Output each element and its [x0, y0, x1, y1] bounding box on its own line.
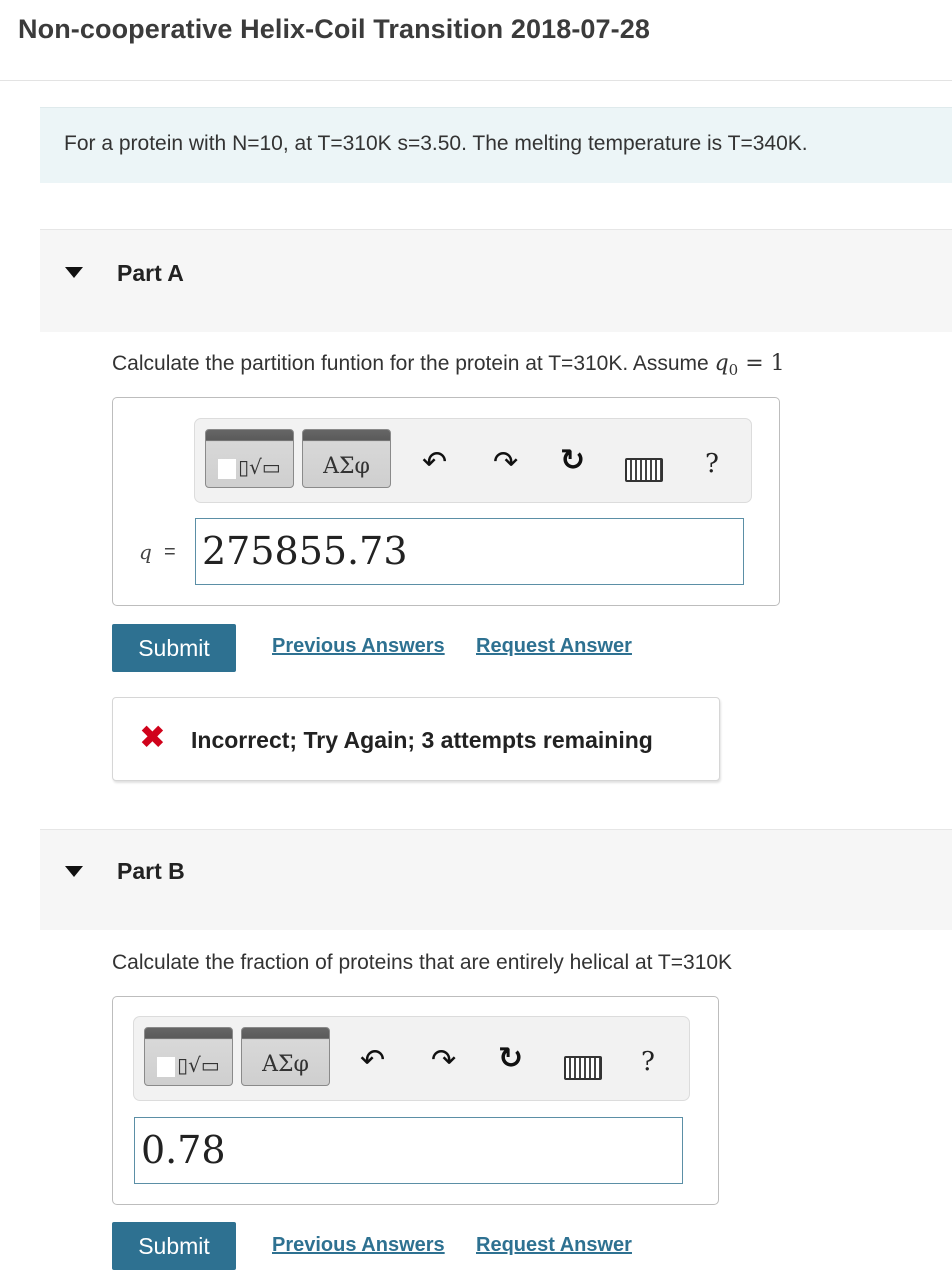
keyboard-icon[interactable] — [625, 458, 663, 482]
part-b-answer-input[interactable]: 0.78 — [134, 1117, 683, 1184]
caret-down-icon[interactable] — [65, 866, 83, 877]
greek-symbols-button[interactable]: ΑΣφ — [241, 1027, 330, 1086]
variable-label: q — [139, 540, 152, 564]
part-a-previous-answers-link[interactable]: Previous Answers — [272, 635, 445, 658]
equals-sign: = — [164, 541, 176, 563]
x-icon: ✖ — [139, 719, 166, 755]
undo-icon[interactable]: ↶ — [360, 1046, 385, 1076]
part-b-label: Part B — [117, 858, 185, 884]
part-a-label: Part A — [117, 260, 184, 286]
math-equals: = 1 — [738, 351, 785, 376]
caret-down-icon[interactable] — [65, 267, 83, 278]
radical-template-icon[interactable]: ▯√▭ — [205, 429, 294, 488]
keyboard-icon[interactable] — [564, 1056, 602, 1080]
part-b-math-toolbar: ▯√▭ ΑΣφ ↶ ↷ ↻ ? — [133, 1016, 690, 1101]
reset-icon[interactable]: ↻ — [498, 1044, 523, 1074]
page-title: Non-cooperative Helix-Coil Transition 20… — [18, 14, 650, 44]
reset-icon[interactable]: ↻ — [560, 446, 585, 476]
math-variable: q — [714, 351, 729, 376]
part-a-header[interactable]: Part A — [40, 229, 952, 332]
redo-icon[interactable]: ↷ — [431, 1046, 456, 1076]
help-icon[interactable]: ? — [641, 1047, 655, 1077]
question-text: Calculate the partition funtion for the … — [112, 352, 715, 375]
help-icon[interactable]: ? — [705, 449, 719, 479]
part-b-header[interactable]: Part B — [40, 829, 952, 930]
greek-symbols-button[interactable]: ΑΣφ — [302, 429, 391, 488]
math-subscript: 0 — [728, 361, 739, 380]
part-b-submit-button[interactable]: Submit — [112, 1222, 236, 1270]
intro-text: For a protein with N=10, at T=310K s=3.5… — [64, 132, 808, 155]
title-divider — [0, 80, 952, 81]
part-a-feedback: ✖ Incorrect; Try Again; 3 attempts remai… — [112, 697, 720, 781]
part-a-submit-button[interactable]: Submit — [112, 624, 236, 672]
problem-intro: For a protein with N=10, at T=310K s=3.5… — [40, 107, 952, 183]
part-a-answer-input[interactable]: 275855.73 — [195, 518, 744, 585]
part-b-previous-answers-link[interactable]: Previous Answers — [272, 1234, 445, 1257]
undo-icon[interactable]: ↶ — [422, 448, 447, 478]
radical-template-icon[interactable]: ▯√▭ — [144, 1027, 233, 1086]
part-b-answer-box: ▯√▭ ΑΣφ ↶ ↷ ↻ ? 0.78 — [112, 996, 719, 1205]
feedback-text: Incorrect; Try Again; 3 attempts remaini… — [191, 727, 653, 753]
part-a-answer-box: ▯√▭ ΑΣφ ↶ ↷ ↻ ? q = 275855.73 — [112, 397, 780, 606]
part-a-question: Calculate the partition funtion for the … — [112, 351, 785, 379]
part-b-request-answer-link[interactable]: Request Answer — [476, 1234, 632, 1257]
part-b-question: Calculate the fraction of proteins that … — [112, 951, 733, 974]
part-a-math-toolbar: ▯√▭ ΑΣφ ↶ ↷ ↻ ? — [194, 418, 752, 503]
redo-icon[interactable]: ↷ — [493, 448, 518, 478]
part-a-request-answer-link[interactable]: Request Answer — [476, 635, 632, 658]
